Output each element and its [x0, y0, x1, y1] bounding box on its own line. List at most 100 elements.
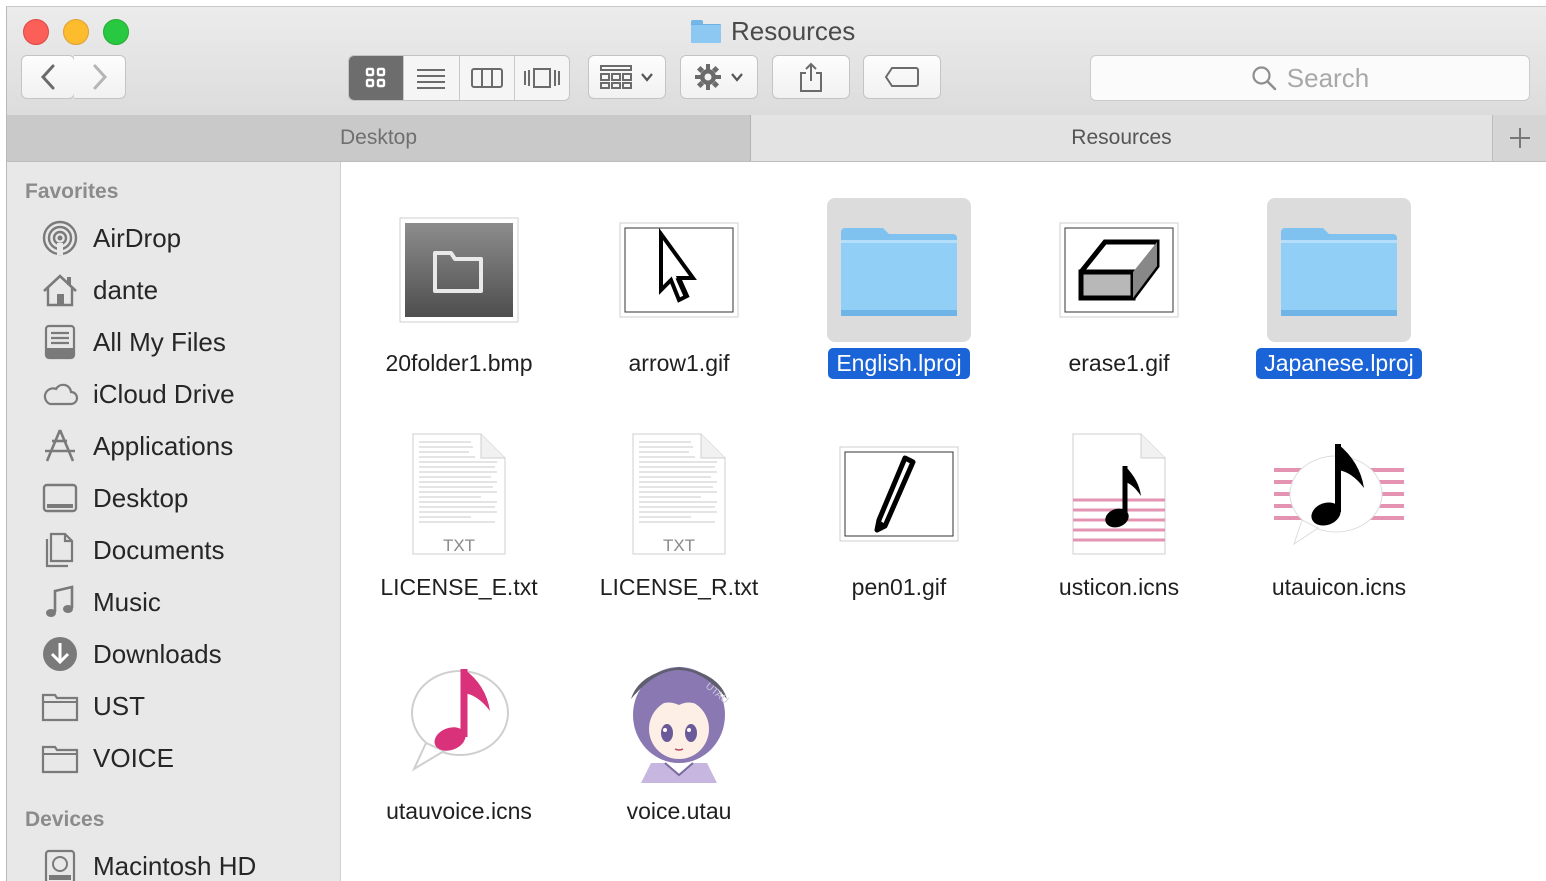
- ust-music-document-icon: [1071, 432, 1167, 556]
- file-name: pen01.gif: [844, 572, 955, 603]
- minimize-button[interactable]: [63, 19, 89, 45]
- file-thumbnail-selected: [1267, 198, 1411, 342]
- devices-header: Devices: [25, 808, 104, 832]
- sidebar-item-desktop[interactable]: Desktop: [41, 478, 188, 518]
- file-thumbnail: [607, 198, 751, 342]
- file-thumbnail: TXT: [607, 422, 751, 566]
- file-item[interactable]: TXT LICENSE_R.txt: [569, 422, 789, 603]
- sidebar-item-icloud-drive[interactable]: iCloud Drive: [41, 374, 235, 414]
- sidebar-item-music[interactable]: Music: [41, 582, 161, 622]
- file-thumbnail: [1047, 198, 1191, 342]
- desktop-icon: [41, 479, 79, 517]
- sidebar-item-label: iCloud Drive: [93, 379, 235, 410]
- sidebar-item-label: Applications: [93, 431, 233, 462]
- downloads-icon: [41, 635, 79, 673]
- sidebar-item-ust[interactable]: UST: [41, 686, 145, 726]
- arrange-grid-icon: [600, 65, 632, 89]
- file-item[interactable]: 20folder1.bmp: [349, 198, 569, 379]
- sidebar-item-dante[interactable]: dante: [41, 270, 158, 310]
- file-item[interactable]: pen01.gif: [789, 422, 1009, 603]
- sidebar-item-airdrop[interactable]: AirDrop: [41, 218, 181, 258]
- new-tab-button[interactable]: [1493, 115, 1546, 161]
- file-type-badge: TXT: [607, 536, 751, 556]
- list-icon: [416, 67, 446, 89]
- tags-button[interactable]: [863, 55, 941, 99]
- arrange-button[interactable]: [588, 55, 666, 99]
- utau-voice-icon: [404, 661, 514, 775]
- sidebar-item-label: Desktop: [93, 483, 188, 514]
- sidebar-item-voice[interactable]: VOICE: [41, 738, 174, 778]
- sidebar-item-label: Music: [93, 587, 161, 618]
- zoom-button[interactable]: [103, 19, 129, 45]
- view-mode-control: [348, 55, 570, 101]
- home-icon: [41, 271, 79, 309]
- tab-bar: Desktop Resources: [7, 115, 1546, 162]
- file-item[interactable]: TXT LICENSE_E.txt: [349, 422, 569, 603]
- chevron-right-icon: [90, 63, 110, 91]
- close-button[interactable]: [23, 19, 49, 45]
- cover-flow-view-button[interactable]: [515, 56, 569, 100]
- file-item[interactable]: usticon.icns: [1009, 422, 1229, 603]
- tab-resources[interactable]: Resources: [751, 115, 1493, 161]
- file-item[interactable]: Japanese.lproj: [1229, 198, 1449, 379]
- file-type-badge: TXT: [387, 536, 531, 556]
- file-name: LICENSE_E.txt: [372, 572, 545, 603]
- columns-icon: [471, 67, 503, 89]
- action-button[interactable]: [680, 55, 758, 99]
- tab-desktop[interactable]: Desktop: [7, 115, 751, 161]
- favorites-header: Favorites: [25, 180, 118, 204]
- folder-icon: [41, 739, 79, 777]
- sidebar-item-label: dante: [93, 275, 158, 306]
- window-title: Resources: [691, 15, 855, 47]
- bmp-image-icon: [399, 217, 519, 323]
- file-item[interactable]: erase1.gif: [1009, 198, 1229, 379]
- share-button[interactable]: [772, 55, 850, 99]
- sidebar-item-label: Macintosh HD: [93, 851, 256, 881]
- sidebar-item-documents[interactable]: Documents: [41, 530, 225, 570]
- file-name: utauicon.icns: [1264, 572, 1414, 603]
- share-icon: [798, 61, 824, 93]
- finder-window: Resources: [6, 6, 1546, 881]
- sidebar-item-downloads[interactable]: Downloads: [41, 634, 222, 674]
- tag-icon: [884, 66, 920, 88]
- eraser-image-icon: [1059, 222, 1179, 318]
- file-name-selected: English.lproj: [828, 348, 969, 379]
- sidebar-item-label: Downloads: [93, 639, 222, 670]
- icon-grid-icon: [365, 67, 387, 89]
- sidebar-item-applications[interactable]: Applications: [41, 426, 233, 466]
- folder-icon: [691, 20, 721, 42]
- search-placeholder: Search: [1287, 63, 1369, 94]
- file-item[interactable]: arrow1.gif: [569, 198, 789, 379]
- folder-icon: [1279, 222, 1399, 318]
- sidebar-item-macintosh-hd[interactable]: Macintosh HD: [41, 846, 256, 881]
- all-files-icon: [41, 323, 79, 361]
- chevron-left-icon: [38, 63, 58, 91]
- file-name: arrow1.gif: [621, 348, 738, 379]
- file-thumbnail: [827, 422, 971, 566]
- sidebar-item-label: AirDrop: [93, 223, 181, 254]
- sidebar-item-label: VOICE: [93, 743, 174, 774]
- file-thumbnail: UTAU: [607, 646, 751, 790]
- sidebar-item-all-my-files[interactable]: All My Files: [41, 322, 226, 362]
- file-item[interactable]: utauicon.icns: [1229, 422, 1449, 603]
- search-field[interactable]: Search: [1090, 55, 1530, 101]
- file-name: usticon.icns: [1051, 572, 1187, 603]
- back-button[interactable]: [21, 55, 75, 99]
- utau-icon: [1272, 432, 1406, 556]
- file-item[interactable]: English.lproj: [789, 198, 1009, 379]
- list-view-button[interactable]: [404, 56, 459, 100]
- file-item[interactable]: UTAU voice.utau: [569, 646, 789, 827]
- cover-flow-icon: [523, 67, 561, 89]
- file-name: voice.utau: [619, 796, 740, 827]
- title-bar: Resources: [7, 7, 1546, 116]
- file-thumbnail: [1267, 422, 1411, 566]
- sidebar-item-label: Documents: [93, 535, 225, 566]
- icon-view-button[interactable]: [349, 56, 404, 100]
- chevron-down-icon: [640, 72, 654, 82]
- sidebar: Favorites AirDrop dante All My Files iCl…: [7, 162, 341, 881]
- forward-button[interactable]: [74, 55, 126, 99]
- folder-icon: [41, 687, 79, 725]
- pen-image-icon: [839, 446, 959, 542]
- column-view-button[interactable]: [460, 56, 515, 100]
- file-item[interactable]: utauvoice.icns: [349, 646, 569, 827]
